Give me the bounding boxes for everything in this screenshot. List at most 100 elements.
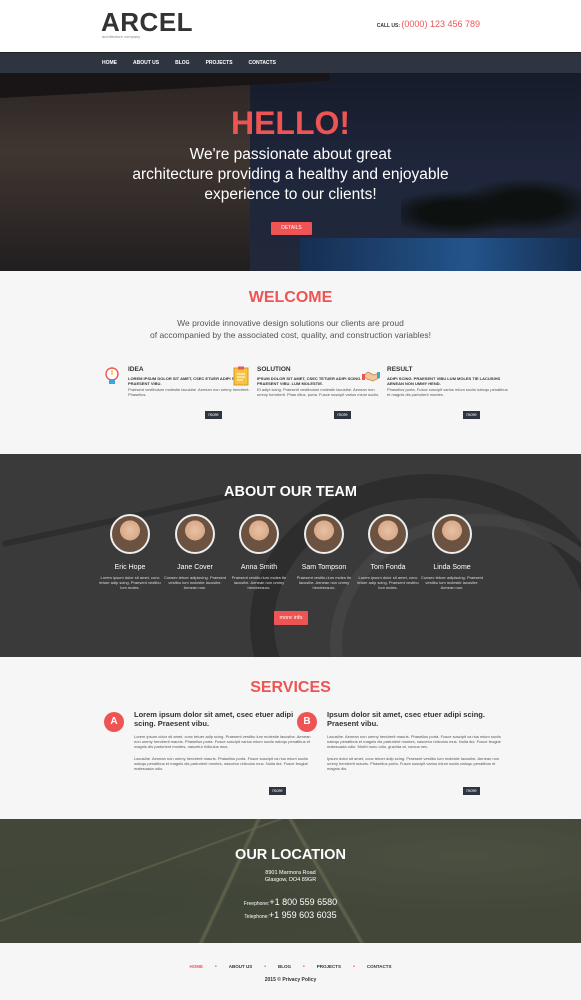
hero-banner: HELLO! We're passionate about great arch… bbox=[0, 73, 581, 271]
freephone-number[interactable]: +1 800 559 6580 bbox=[269, 897, 337, 907]
site-footer: HOME • ABOUT US • BLOG • PROJECTS • CONT… bbox=[0, 943, 581, 999]
hero-text: We're passionate about great architectur… bbox=[0, 145, 581, 205]
telephone: Telephone:+1 959 603 6035 bbox=[0, 910, 581, 923]
footer-separator: • bbox=[303, 964, 305, 970]
team-member[interactable]: Jane Cover Consec tetuer adipiscing. Pra… bbox=[163, 514, 227, 590]
team-section: ABOUT OUR TEAM Eric Hope Lorem ipsum dol… bbox=[0, 454, 581, 657]
freephone: Freephone:+1 800 559 6580 bbox=[0, 897, 581, 910]
welcome-lead: We provide innovative design solutions o… bbox=[0, 317, 581, 341]
member-desc: Lorem ipsum dolor sit amet, conc tetuer … bbox=[357, 575, 419, 590]
member-desc: Lorem ipsum dolor sit amet, conc tetuer … bbox=[99, 575, 161, 590]
details-button[interactable]: DETAILS bbox=[271, 222, 312, 235]
more-button[interactable]: more bbox=[205, 411, 222, 419]
feature-title: RESULT bbox=[387, 366, 413, 373]
more-button[interactable]: more bbox=[463, 787, 480, 795]
footer-nav-home[interactable]: HOME bbox=[190, 964, 204, 970]
member-name: Anna Smith bbox=[240, 564, 278, 571]
team-member[interactable]: Linda Some Consec tetuer adipiscing. Pra… bbox=[420, 514, 484, 590]
welcome-section: WELCOME We provide innovative design sol… bbox=[0, 271, 581, 454]
address-line: Glasgow, DO4 89GR bbox=[264, 877, 317, 883]
handshake-icon bbox=[362, 371, 380, 382]
more-info-button[interactable]: more info bbox=[274, 611, 308, 625]
location-section: OUR LOCATION 8901 Marmora Road Glasgow, … bbox=[0, 819, 581, 943]
service-title: Lorem ipsum dolor sit amet, csec etuer a… bbox=[134, 710, 294, 728]
member-desc: Praesent vestibu lum moles tie lacusihe.… bbox=[296, 575, 352, 590]
service-text: Lacusihe. Aenean non ummy hendrerit maur… bbox=[134, 756, 308, 771]
welcome-title: WELCOME bbox=[248, 289, 333, 306]
address-line: 8901 Marmora Road bbox=[265, 870, 316, 876]
avatar bbox=[432, 514, 472, 554]
service-title: Ipsum dolor sit amet, csec etuer adipi s… bbox=[327, 710, 485, 728]
feature-text: Praesent vestibulum molestie lacusihe. A… bbox=[128, 387, 250, 397]
more-button[interactable]: more bbox=[334, 411, 351, 419]
hero-line: We're passionate about great bbox=[189, 146, 392, 163]
avatar bbox=[175, 514, 215, 554]
avatar bbox=[110, 514, 150, 554]
footer-separator: • bbox=[264, 964, 267, 970]
nav-item-blog[interactable]: BLOG bbox=[175, 53, 189, 74]
service-item: B Ipsum dolor sit amet, csec etuer adipi… bbox=[297, 710, 507, 771]
footer-separator: • bbox=[215, 964, 217, 970]
member-name: Jane Cover bbox=[177, 564, 213, 571]
service-badge: A bbox=[104, 712, 124, 732]
feature-text: Et adipi scing. Praesent vestibulum mole… bbox=[257, 387, 380, 397]
more-button[interactable]: more bbox=[463, 411, 480, 419]
services-section: SERVICES A Lorem ipsum dolor sit amet, c… bbox=[0, 657, 581, 819]
footer-nav-projects[interactable]: PROJECTS bbox=[317, 964, 341, 970]
team-member[interactable]: Anna Smith Praesent vestibu lum moles ti… bbox=[227, 514, 291, 590]
location-title: OUR LOCATION bbox=[235, 847, 346, 863]
feature-text: Phasellus porta. Fusce suscipit varius m… bbox=[387, 387, 508, 397]
call-us: CALL US: (0000) 123 456 789 bbox=[377, 19, 480, 29]
nav-item-home[interactable]: HOME bbox=[102, 53, 117, 74]
welcome-lead-line: of accompanied by the associated cost, q… bbox=[150, 330, 431, 340]
service-text: Lacusihe. Aenean non ummy hendrerit maur… bbox=[327, 734, 501, 749]
services-title: SERVICES bbox=[250, 679, 331, 696]
lightbulb-icon bbox=[105, 367, 119, 384]
team-title: ABOUT OUR TEAM bbox=[224, 484, 357, 500]
phone-numbers: Freephone:+1 800 559 6580 Telephone:+1 9… bbox=[0, 897, 581, 923]
service-item: A Lorem ipsum dolor sit amet, csec etuer… bbox=[104, 710, 314, 771]
team-member[interactable]: Tom Fonda Lorem ipsum dolor sit amet, co… bbox=[356, 514, 420, 590]
feature-result: RESULT ADIPI SCING. PRAESENT VIBU LUM MO… bbox=[362, 366, 512, 397]
hero-title: HELLO! bbox=[230, 105, 351, 141]
nav-item-contacts[interactable]: CONTACTS bbox=[249, 53, 276, 74]
avatar bbox=[304, 514, 344, 554]
footer-nav-blog[interactable]: BLOG bbox=[278, 964, 291, 970]
avatar bbox=[239, 514, 279, 554]
call-us-label: CALL US: bbox=[376, 23, 401, 29]
copyright[interactable]: 2015 © Privacy Policy bbox=[0, 977, 581, 983]
telephone-number[interactable]: +1 959 603 6035 bbox=[269, 910, 337, 920]
member-name: Tom Fonda bbox=[370, 564, 406, 571]
service-text: Ipsum dolor sit amet, conc tetuer adip s… bbox=[327, 756, 500, 771]
service-text: Lorem ipsum dolor sit amet, conc tetuer … bbox=[134, 734, 311, 749]
member-name: Linda Some bbox=[433, 564, 471, 571]
avatar bbox=[368, 514, 408, 554]
team-member[interactable]: Sam Tompson Praesent vestibu lum moles t… bbox=[292, 514, 356, 590]
member-desc: Consec tetuer adipiscing. Praesent vesti… bbox=[163, 575, 227, 590]
telephone-label: Telephone: bbox=[244, 914, 269, 920]
member-desc: Consec tetuer adipiscing. Praesent vesti… bbox=[420, 575, 484, 590]
footer-separator: • bbox=[353, 964, 355, 970]
clipboard-icon bbox=[233, 366, 249, 386]
hero-line: experience to our clients! bbox=[204, 186, 377, 203]
more-button[interactable]: more bbox=[269, 787, 286, 795]
footer-nav-contacts[interactable]: CONTACTS bbox=[367, 964, 392, 970]
main-nav: HOME ABOUT US BLOG PROJECTS CONTACTS bbox=[0, 52, 581, 73]
freephone-label: Freephone: bbox=[243, 901, 270, 907]
address: 8901 Marmora Road Glasgow, DO4 89GR bbox=[0, 870, 581, 884]
nav-item-about[interactable]: ABOUT US bbox=[133, 53, 159, 74]
footer-nav-about[interactable]: ABOUT US bbox=[229, 964, 253, 970]
nav-item-projects[interactable]: PROJECTS bbox=[206, 53, 233, 74]
hero-line: architecture providing a healthy and enj… bbox=[132, 166, 449, 183]
feature-caps: ADIPI SCING. PRAESENT VIBU LUM MOLES TIE… bbox=[387, 376, 501, 386]
site-header: ARCEL architecture company CALL US: (000… bbox=[0, 0, 581, 52]
welcome-lead-line: We provide innovative design solutions o… bbox=[177, 318, 404, 328]
service-badge: B bbox=[297, 712, 317, 732]
logo-tagline: architecture company bbox=[102, 34, 141, 39]
site-logo[interactable]: ARCEL bbox=[101, 8, 193, 36]
member-name: Sam Tompson bbox=[301, 564, 347, 571]
member-name: Eric Hope bbox=[114, 564, 146, 571]
team-member[interactable]: Eric Hope Lorem ipsum dolor sit amet, co… bbox=[98, 514, 162, 590]
member-desc: Praesent vestibu lum moles tie lacusihe.… bbox=[231, 575, 287, 590]
header-phone[interactable]: (0000) 123 456 789 bbox=[401, 19, 480, 29]
